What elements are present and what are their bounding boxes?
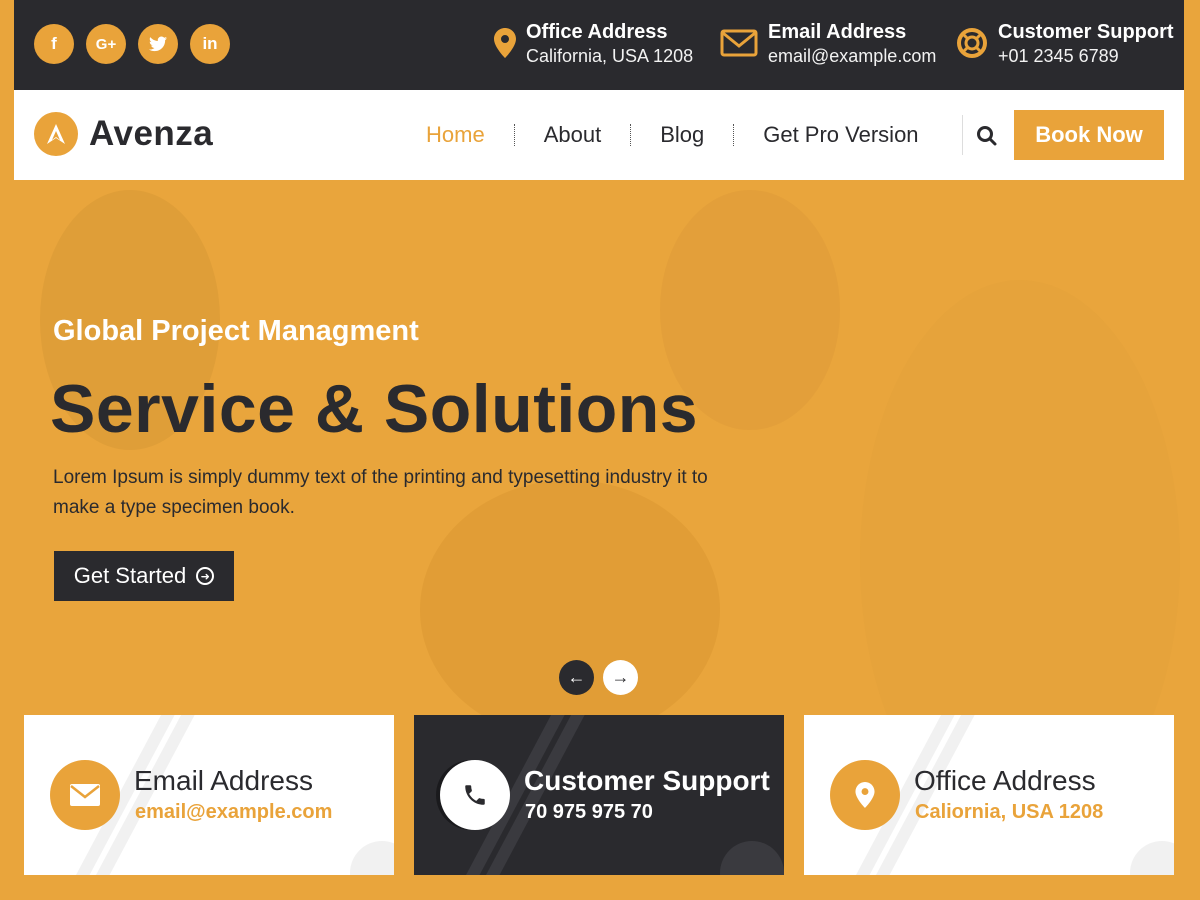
office-address-contact: Office Address California, USA 1208 <box>494 19 693 67</box>
get-started-label: Get Started <box>73 563 187 588</box>
slider-prev-button[interactable]: ← <box>559 660 594 695</box>
phone-icon <box>440 760 510 830</box>
get-started-button[interactable]: Get Started ➜ <box>54 551 234 601</box>
arrow-right-icon: → <box>611 667 630 687</box>
hero-subtitle: Global Project Managment <box>53 315 419 347</box>
linkedin-icon[interactable]: in <box>190 24 230 64</box>
map-pin-icon <box>494 27 516 59</box>
search-icon[interactable] <box>976 125 998 147</box>
arrow-right-circle-icon: ➜ <box>196 567 215 585</box>
book-now-button[interactable]: Book Now <box>1014 110 1164 160</box>
office-address-card: Office Address Caliornia, USA 1208 <box>804 715 1174 875</box>
email-card: Email Address email@example.com <box>24 715 394 875</box>
card-title: Email Address <box>134 765 313 796</box>
lifebuoy-icon <box>956 27 988 59</box>
customer-support-contact: Customer Support +01 2345 6789 <box>956 19 1174 67</box>
menu-item-get-pro[interactable]: Get Pro Version <box>734 122 947 148</box>
hero-description: Lorem Ipsum is simply dummy text of the … <box>53 467 708 518</box>
card-title: Customer Support <box>524 765 770 796</box>
contact-title: Customer Support <box>998 21 1174 43</box>
main-navbar: Avenza Home About Blog Get Pro Version B… <box>14 90 1184 180</box>
email-address-contact: Email Address email@example.com <box>720 19 936 67</box>
menu-item-about[interactable]: About <box>515 122 631 148</box>
site-logo[interactable]: Avenza <box>34 112 213 156</box>
envelope-icon <box>720 27 758 59</box>
menu-item-home[interactable]: Home <box>397 122 514 148</box>
card-value: email@example.com <box>135 801 333 823</box>
customer-support-card: Customer Support 70 975 975 70 <box>414 715 784 875</box>
card-title: Office Address <box>914 765 1096 796</box>
facebook-icon[interactable]: f <box>34 24 74 64</box>
social-links: f G+ in <box>34 24 230 64</box>
contact-value: California, USA 1208 <box>526 46 694 66</box>
contact-value: email@example.com <box>768 46 937 66</box>
top-bar: f G+ in Office Address California, USA 1… <box>14 0 1184 90</box>
hero-title: Service & Solutions <box>50 371 699 447</box>
map-pin-icon <box>830 760 900 830</box>
card-value: Caliornia, USA 1208 <box>915 801 1104 823</box>
contact-title: Office Address <box>526 21 668 43</box>
nav-divider <box>962 115 963 155</box>
envelope-icon <box>50 760 120 830</box>
contact-title: Email Address <box>768 21 907 43</box>
logo-icon <box>34 112 78 156</box>
google-plus-icon[interactable]: G+ <box>86 24 126 64</box>
contact-value: +01 2345 6789 <box>998 46 1119 66</box>
twitter-icon[interactable] <box>138 24 178 64</box>
arrow-left-icon: ← <box>567 667 586 687</box>
menu-item-blog[interactable]: Blog <box>631 122 733 148</box>
logo-text: Avenza <box>89 114 214 153</box>
card-value: 70 975 975 70 <box>525 801 653 823</box>
slider-next-button[interactable]: → <box>603 660 638 695</box>
main-menu: Home About Blog Get Pro Version <box>397 90 948 180</box>
